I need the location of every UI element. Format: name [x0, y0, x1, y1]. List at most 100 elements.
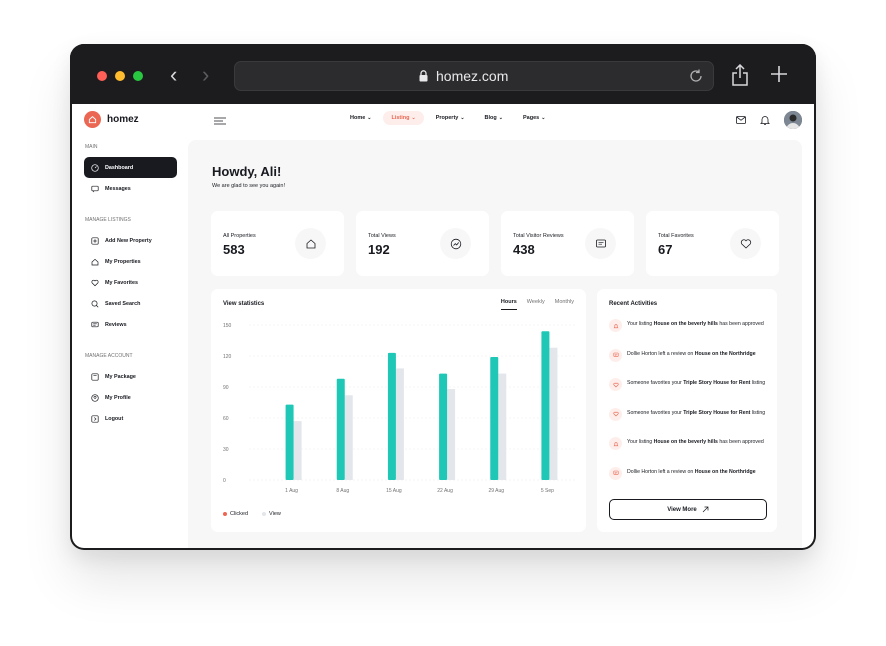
bar-clicked[interactable]	[439, 373, 448, 480]
activity-listing-name[interactable]: House on the beverly hills	[654, 439, 718, 445]
mail-icon[interactable]	[734, 113, 748, 127]
nav-property[interactable]: Property ⌄	[428, 111, 473, 125]
chart-tabs: Hours Weekly Monthly	[500, 299, 574, 310]
section-listings-title: MANAGE LISTINGS	[85, 217, 131, 223]
legend-label: View	[269, 511, 281, 517]
nav-listing[interactable]: Listing ⌄	[383, 111, 424, 125]
nav-label: Home	[350, 115, 366, 121]
reload-icon[interactable]	[688, 68, 704, 84]
sidebar-item-add-property[interactable]: Add New Property	[84, 230, 177, 251]
chevron-down-icon: ⌄	[541, 115, 546, 121]
activity-text: Your listing House on the beverly hills …	[627, 437, 764, 450]
sidebar-item-logout[interactable]: Logout	[84, 408, 177, 429]
activity-item[interactable]: Dollie Horton left a review on House on …	[609, 466, 771, 480]
nav-label: Blog	[484, 115, 497, 121]
nav-blog[interactable]: Blog ⌄	[477, 111, 511, 125]
stat-label: Total Views	[368, 233, 396, 239]
activity-item[interactable]: Someone favorites your Triple Story Hous…	[609, 407, 771, 421]
activity-listing-name[interactable]: Triple Story House for Rent	[683, 380, 750, 386]
sidebar-item-label: Messages	[105, 185, 131, 192]
lock-icon	[419, 70, 428, 82]
activity-text-suffix: has been approved	[717, 321, 764, 327]
sidebar-item-my-properties[interactable]: My Properties	[84, 251, 177, 272]
heart-icon	[730, 228, 761, 259]
address-bar[interactable]: homez.com	[234, 61, 714, 91]
activity-item[interactable]: Your listing House on the beverly hills …	[609, 319, 771, 332]
y-tick-label: 60	[223, 416, 229, 422]
nav-label: Listing	[391, 115, 410, 121]
back-arrow-icon[interactable]: ‹	[170, 63, 177, 87]
y-tick-label: 90	[223, 385, 229, 391]
dashboard-app: homez Home ⌄ Listing ⌄ Property ⌄ Blog ⌄ Pag…	[72, 104, 814, 548]
activity-text-suffix: has been approved	[717, 439, 764, 445]
close-window-button[interactable]	[97, 71, 107, 81]
trend-icon	[440, 228, 471, 259]
new-tab-icon[interactable]	[770, 65, 788, 83]
bell-icon[interactable]	[758, 113, 772, 127]
maximize-window-button[interactable]	[133, 71, 143, 81]
sidebar-item-dashboard[interactable]: Dashboard	[84, 157, 177, 178]
house-logo-icon	[84, 111, 101, 128]
tab-hours[interactable]: Hours	[500, 299, 517, 310]
activity-item[interactable]: Someone favorites your Triple Story Hous…	[609, 378, 771, 391]
stat-value: 192	[368, 242, 390, 257]
bar-view[interactable]	[344, 395, 353, 480]
activity-listing-name[interactable]: House on the beverly hills	[654, 321, 718, 327]
forward-arrow-icon[interactable]: ›	[202, 63, 209, 87]
hamburger-menu-icon[interactable]	[214, 117, 226, 125]
sidebar-item-label: My Package	[105, 373, 136, 380]
sidebar-item-my-profile[interactable]: My Profile	[84, 387, 177, 408]
activities-title: Recent Activities	[609, 301, 658, 307]
activity-item[interactable]: Your listing House on the beverly hills …	[609, 437, 771, 450]
nav-home[interactable]: Home ⌄	[342, 111, 379, 125]
activity-listing-name[interactable]: Triple Story House for Rent	[683, 410, 750, 416]
sidebar-item-messages[interactable]: Messages	[84, 178, 177, 199]
bar-view[interactable]	[293, 421, 302, 480]
sidebar-item-label: My Properties	[105, 258, 141, 265]
review-icon	[91, 321, 99, 327]
bar-view[interactable]	[498, 373, 507, 480]
sidebar-item-saved-search[interactable]: Saved Search	[84, 293, 177, 314]
browser-toolbar: ‹ › homez.com	[70, 44, 816, 104]
brand-logo[interactable]: homez	[84, 111, 139, 128]
bar-view[interactable]	[395, 368, 404, 480]
legend-view: View	[262, 511, 281, 517]
activity-item[interactable]: Dollie Horton left a review on House on …	[609, 348, 771, 362]
bar-view[interactable]	[549, 347, 558, 480]
chevron-down-icon: ⌄	[498, 115, 503, 121]
sidebar-item-my-favorites[interactable]: My Favorites	[84, 272, 177, 293]
bar-clicked[interactable]	[387, 352, 396, 480]
activity-text: Dollie Horton left a review on House on …	[627, 349, 756, 362]
x-tick-label: 1 Aug	[285, 488, 298, 494]
tab-monthly[interactable]: Monthly	[555, 299, 574, 310]
sidebar-item-label: My Profile	[105, 394, 131, 401]
share-icon[interactable]	[731, 64, 749, 86]
sidebar-item-reviews[interactable]: Reviews	[84, 314, 177, 335]
user-avatar[interactable]	[784, 111, 802, 129]
logout-icon	[91, 414, 99, 423]
bar-view[interactable]	[447, 389, 456, 480]
activity-listing-name[interactable]: House on the Northridge	[695, 469, 756, 475]
review-icon	[585, 228, 616, 259]
bell-icon	[609, 319, 622, 332]
activity-listing-name[interactable]: House on the Northridge	[695, 351, 756, 357]
x-tick-label: 5 Sep	[541, 488, 554, 494]
view-more-button[interactable]: View More	[609, 499, 767, 520]
bar-chart: 0 30 60 90 120 150 1 Aug 8 Aug 15 Aug 22 Aug 29 Au…	[223, 323, 576, 494]
top-navigation: Home ⌄ Listing ⌄ Property ⌄ Blog ⌄ Pages ⌄	[342, 111, 553, 125]
bar-clicked[interactable]	[336, 378, 345, 480]
sidebar-item-my-package[interactable]: My Package	[84, 366, 177, 387]
section-account-title: MANAGE ACCOUNT	[85, 353, 133, 359]
tab-weekly[interactable]: Weekly	[527, 299, 545, 310]
chevron-down-icon: ⌄	[460, 115, 465, 121]
minimize-window-button[interactable]	[115, 71, 125, 81]
view-statistics-card: View statistics Hours Weekly Monthly 0 30…	[211, 289, 586, 532]
activity-text-suffix: listing	[750, 380, 766, 386]
bar-clicked[interactable]	[490, 357, 499, 480]
chart-title: View statistics	[223, 301, 265, 307]
nav-pages[interactable]: Pages ⌄	[515, 111, 553, 125]
activity-text-prefix: Someone favorites your	[627, 380, 684, 386]
dashboard-icon	[91, 163, 99, 172]
bar-clicked[interactable]	[285, 404, 294, 480]
bar-clicked[interactable]	[541, 331, 550, 480]
